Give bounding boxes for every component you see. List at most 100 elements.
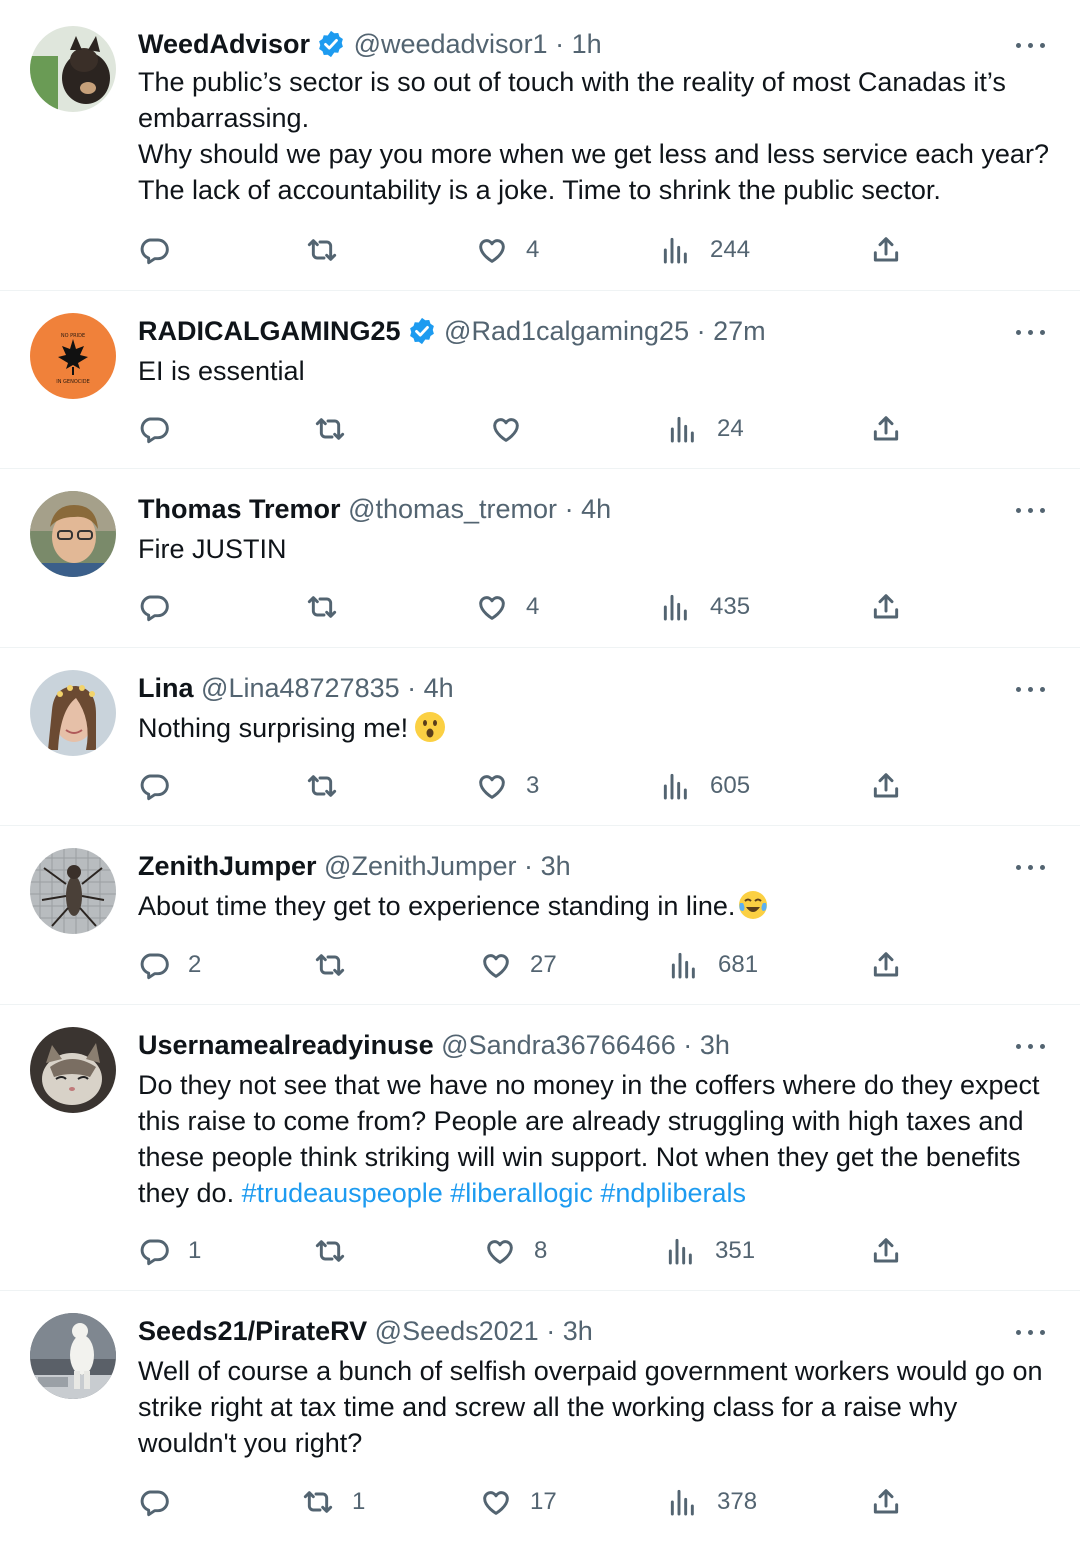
more-icon[interactable]	[1014, 1317, 1054, 1347]
share-button[interactable]	[870, 766, 902, 806]
share-icon	[873, 416, 899, 441]
timestamp[interactable]: 3h	[541, 851, 571, 881]
display-name[interactable]: ZenithJumper	[138, 851, 317, 881]
separator: ·	[564, 494, 574, 524]
display-name[interactable]: WeedAdvisor	[138, 29, 310, 59]
retweet-button[interactable]	[314, 409, 364, 449]
like-button[interactable]: 3	[476, 766, 539, 806]
handle[interactable]: @Sandra36766466	[441, 1030, 676, 1060]
views-button[interactable]: 435	[660, 587, 750, 627]
handle[interactable]: @ZenithJumper	[324, 851, 516, 881]
like-button[interactable]: 27	[480, 945, 557, 985]
views-icon	[663, 773, 687, 800]
views-count: 605	[710, 772, 751, 799]
display-name[interactable]: Usernamealreadyinuse	[138, 1030, 434, 1060]
display-name[interactable]: Seeds21/PirateRV	[138, 1316, 367, 1346]
retweet-icon	[315, 1240, 345, 1262]
reply-button[interactable]	[138, 766, 188, 806]
views-button[interactable]: 681	[668, 945, 758, 985]
tweet[interactable]: Lina @Lina48727835 · 4h Nothing surprisi…	[0, 647, 1080, 825]
views-button[interactable]: 605	[660, 766, 750, 806]
action-bar: 4 435	[0, 587, 1080, 627]
like-button[interactable]	[490, 409, 540, 449]
handle[interactable]: @Seeds2021	[375, 1316, 539, 1346]
views-button[interactable]: 351	[665, 1231, 755, 1271]
verified-badge-icon	[409, 317, 434, 345]
handle[interactable]: @thomas_tremor	[348, 494, 557, 524]
avatar[interactable]	[30, 26, 116, 112]
share-button[interactable]	[870, 587, 902, 627]
views-count: 351	[715, 1237, 756, 1264]
reply-button[interactable]	[138, 587, 188, 627]
handle[interactable]: @Rad1calgaming25	[444, 316, 689, 346]
retweet-button[interactable]: 1	[302, 1482, 365, 1522]
like-count: 4	[526, 593, 540, 620]
retweet-button[interactable]	[306, 766, 356, 806]
hashtag-link[interactable]: #ndpliberals	[600, 1178, 746, 1208]
more-icon[interactable]	[1014, 30, 1054, 60]
timestamp[interactable]: 3h	[563, 1316, 593, 1346]
separator: ·	[524, 851, 534, 881]
display-name[interactable]: Thomas Tremor	[138, 494, 341, 524]
avatar[interactable]	[30, 1313, 116, 1399]
like-button[interactable]: 4	[476, 587, 539, 627]
display-name[interactable]: Lina	[138, 673, 194, 703]
retweet-icon	[307, 239, 337, 261]
avatar[interactable]	[30, 1027, 116, 1113]
timestamp[interactable]: 4h	[424, 673, 454, 703]
retweet-button[interactable]	[306, 230, 356, 270]
reply-button[interactable]: 1	[138, 1231, 201, 1271]
retweet-button[interactable]	[306, 587, 356, 627]
display-name[interactable]: RADICALGAMING25	[138, 316, 401, 346]
views-button[interactable]: 244	[660, 230, 750, 270]
timestamp[interactable]: 27m	[713, 316, 766, 346]
reply-icon	[140, 1239, 169, 1266]
reply-button[interactable]	[138, 1482, 188, 1522]
action-bar: 2 27 681	[0, 945, 1080, 985]
more-icon[interactable]	[1014, 674, 1054, 704]
avatar[interactable]: NO PRIDE IN GENOCIDE	[30, 313, 116, 399]
handle[interactable]: @weedadvisor1	[354, 29, 548, 59]
like-button[interactable]: 17	[480, 1482, 557, 1522]
tweet[interactable]: ZenithJumper @ZenithJumper · 3h About ti…	[0, 825, 1080, 1004]
separator: ·	[555, 29, 565, 59]
avatar[interactable]	[30, 491, 116, 577]
hashtag-link[interactable]: #liberallogic	[450, 1178, 593, 1208]
timestamp[interactable]: 4h	[581, 494, 611, 524]
more-icon[interactable]	[1014, 495, 1054, 525]
retweet-button[interactable]	[314, 945, 364, 985]
like-button[interactable]: 4	[476, 230, 539, 270]
share-button[interactable]	[870, 945, 902, 985]
tweet[interactable]: Seeds21/PirateRV @Seeds2021 · 3h Well of…	[0, 1290, 1080, 1545]
reply-button[interactable]	[138, 230, 188, 270]
share-button[interactable]	[870, 230, 902, 270]
views-button[interactable]: 378	[667, 1482, 757, 1522]
timestamp[interactable]: 1h	[572, 29, 602, 59]
tweet[interactable]: Usernamealreadyinuse @Sandra36766466 · 3…	[0, 1004, 1080, 1290]
share-button[interactable]	[870, 1231, 902, 1271]
share-button[interactable]	[870, 409, 902, 449]
heart-icon	[479, 775, 505, 799]
more-icon[interactable]	[1014, 317, 1054, 347]
heart-icon	[479, 239, 505, 263]
timestamp[interactable]: 3h	[700, 1030, 730, 1060]
more-icon[interactable]	[1014, 1031, 1054, 1061]
tweet-header: Usernamealreadyinuse @Sandra36766466 · 3…	[138, 1025, 1000, 1065]
like-button[interactable]: 8	[484, 1231, 547, 1271]
tweet[interactable]: WeedAdvisor @weedadvisor1 · 1h The publi…	[0, 0, 1080, 290]
avatar[interactable]	[30, 848, 116, 934]
hashtag-link[interactable]: #trudeauspeople	[242, 1178, 443, 1208]
avatar[interactable]	[30, 670, 116, 756]
reply-button[interactable]	[138, 409, 188, 449]
tweet[interactable]: NO PRIDE IN GENOCIDE RADICALGAMING25 @Rad…	[0, 290, 1080, 468]
retweet-button[interactable]	[314, 1231, 364, 1271]
reply-icon	[140, 238, 169, 265]
reply-button[interactable]: 2	[138, 945, 201, 985]
share-button[interactable]	[870, 1482, 902, 1522]
reply-icon	[140, 417, 169, 444]
handle[interactable]: @Lina48727835	[201, 673, 400, 703]
tweet-header: Lina @Lina48727835 · 4h	[138, 668, 1000, 708]
more-icon[interactable]	[1014, 852, 1054, 882]
views-button[interactable]: 24	[667, 409, 744, 449]
tweet[interactable]: Thomas Tremor @thomas_tremor · 4h Fire J…	[0, 468, 1080, 647]
